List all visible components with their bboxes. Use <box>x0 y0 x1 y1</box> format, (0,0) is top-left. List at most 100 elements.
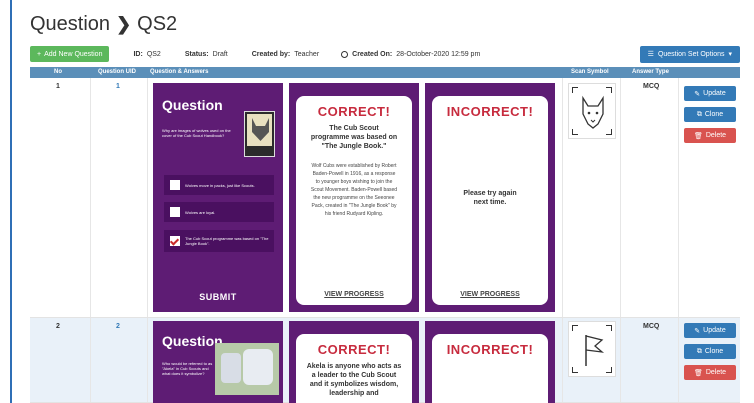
created-on-label: Created On: <box>352 50 393 58</box>
add-new-question-button[interactable]: + Add New Question <box>30 46 110 62</box>
table-row: 2 2 MCQ Question Who would be referred t… <box>30 318 740 403</box>
copy-icon: ⧉ <box>696 347 702 355</box>
wolf-icon <box>582 95 604 129</box>
question-uid-link[interactable]: 1 <box>116 83 120 90</box>
question-uid-link[interactable]: 2 <box>116 323 120 330</box>
column-divider <box>562 78 563 317</box>
trash-icon: 🗑 <box>693 132 703 140</box>
incorrect-body: Please try again next time. <box>463 190 517 206</box>
answer-option[interactable]: Wolves are loyal. <box>164 202 274 222</box>
question-set-options-button[interactable]: ☰ Question Set Options ▾ <box>639 45 740 63</box>
info-bar: + Add New Question ID: QS2 Status: Draft… <box>30 45 740 63</box>
column-divider <box>147 318 148 402</box>
delete-label: Delete <box>705 369 727 376</box>
answer-type: MCQ <box>643 83 660 90</box>
add-new-question-label: Add New Question <box>44 50 103 58</box>
update-label: Update <box>703 327 726 334</box>
column-divider <box>90 78 91 317</box>
left-border <box>10 0 12 403</box>
id-label: ID: <box>133 50 143 58</box>
header-question-answers: Question & Answers <box>150 69 209 75</box>
table-header: No Question UID Question & Answers Scan … <box>30 67 740 78</box>
handbook-cover <box>247 114 272 146</box>
questions-table: No Question UID Question & Answers Scan … <box>30 67 740 78</box>
correct-card: CORRECT! The Cub Scout programme was bas… <box>289 83 419 312</box>
incorrect-card: INCORRECT! Please try again next time. V… <box>425 83 555 312</box>
clone-label: Clone <box>704 348 724 355</box>
correct-card: CORRECT! Akela is anyone who acts as a l… <box>289 321 419 403</box>
clone-button[interactable]: ⧉ Clone <box>684 344 736 359</box>
status-value: Draft <box>212 50 228 58</box>
row-number: 2 <box>56 323 60 330</box>
incorrect-card: INCORRECT! <box>425 321 555 403</box>
clone-button[interactable]: ⧉ Clone <box>684 107 736 122</box>
handbook-image <box>244 111 275 157</box>
clone-label: Clone <box>704 111 724 118</box>
option-text: Wolves move in packs, just like Scouts. <box>185 182 255 188</box>
wolf-cover-icon <box>252 118 269 141</box>
flag-icon <box>585 335 605 366</box>
chevron-right-icon: ❯ <box>116 14 132 34</box>
column-divider <box>562 318 563 402</box>
incorrect-title: INCORRECT! <box>446 342 534 357</box>
photo-figure <box>221 353 241 383</box>
pencil-icon: ✎ <box>694 90 701 98</box>
submit-button[interactable]: SUBMIT <box>153 292 283 302</box>
update-button[interactable]: ✎ Update <box>684 323 736 338</box>
option-text: Wolves are loyal. <box>185 209 216 215</box>
page-title: Question ❯ QS2 <box>30 13 177 36</box>
caret-down-icon: ▾ <box>728 51 732 58</box>
header-question-uid: Question UID <box>98 69 137 75</box>
update-button[interactable]: ✎ Update <box>684 86 736 101</box>
question-card-text: Who would be referred to as "Akela" in C… <box>162 361 213 376</box>
copy-icon: ⧉ <box>696 110 702 118</box>
status-meta: Status: Draft <box>185 51 228 58</box>
plus-icon: + <box>37 50 42 58</box>
photo-figure <box>243 349 273 385</box>
delete-button[interactable]: 🗑 Delete <box>684 128 736 143</box>
view-progress-link[interactable]: VIEW PROGRESS <box>296 291 412 298</box>
option-checkbox[interactable] <box>170 207 180 217</box>
correct-subtitle: Akela is anyone who acts as a leader to … <box>306 363 402 397</box>
delete-label: Delete <box>705 132 727 139</box>
correct-title: CORRECT! <box>317 104 391 119</box>
view-progress-link[interactable]: VIEW PROGRESS <box>432 291 548 298</box>
status-label: Status: <box>184 50 209 58</box>
correct-title: CORRECT! <box>317 342 391 357</box>
header-scan-symbol: Scan Symbol <box>571 69 609 75</box>
clock-icon <box>341 50 349 58</box>
correct-subtitle: The Cub Scout programme was based on "Th… <box>310 125 398 150</box>
correct-body: Wolf Cubs were established by Robert Bad… <box>310 163 398 217</box>
question-card: Question Who would be referred to as "Ak… <box>153 321 283 403</box>
answer-option[interactable]: Wolves move in packs, just like Scouts. <box>164 175 274 195</box>
created-by-label: Created by: <box>251 50 291 58</box>
incorrect-card-panel: INCORRECT! <box>432 334 548 403</box>
answer-option[interactable]: The Cub Scout programme was based on "Th… <box>164 230 274 252</box>
question-card: Question Why are images of wolves used o… <box>153 83 283 312</box>
scan-symbol <box>568 321 616 377</box>
created-on-value: 28-October-2020 12:59 pm <box>396 50 481 58</box>
column-divider <box>620 78 621 317</box>
id-meta: ID: QS2 <box>133 51 160 58</box>
column-divider <box>147 78 148 317</box>
page-title-subtitle: QS2 <box>137 13 178 35</box>
option-text: The Cub Scout programme was based on "Th… <box>185 236 269 246</box>
delete-button[interactable]: 🗑 Delete <box>684 365 736 380</box>
answer-type: MCQ <box>643 323 660 330</box>
option-checkbox[interactable] <box>170 180 180 190</box>
column-divider <box>678 318 679 402</box>
column-divider <box>620 318 621 402</box>
list-icon: ☰ <box>647 51 654 58</box>
row-number: 1 <box>56 83 60 90</box>
trash-icon: 🗑 <box>693 369 703 377</box>
created-by-meta: Created by: Teacher <box>252 51 319 58</box>
question-card-text: Why are images of wolves used on the cov… <box>162 128 231 138</box>
column-divider <box>90 318 91 402</box>
option-checkbox-checked[interactable] <box>170 236 180 246</box>
created-by-value: Teacher <box>294 50 320 58</box>
pencil-icon: ✎ <box>694 327 701 335</box>
correct-card-panel: CORRECT! The Cub Scout programme was bas… <box>296 96 412 305</box>
page-title-text: Question <box>30 13 111 35</box>
correct-card-panel: CORRECT! Akela is anyone who acts as a l… <box>296 334 412 403</box>
question-set-options-label: Question Set Options <box>657 50 725 58</box>
